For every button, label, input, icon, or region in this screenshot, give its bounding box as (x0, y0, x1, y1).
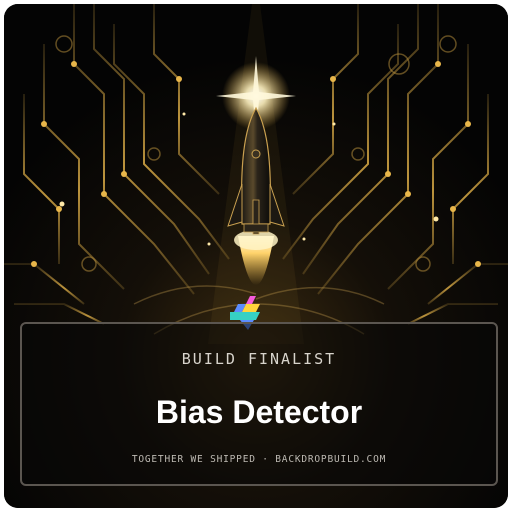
finalist-label: BUILD FINALIST (181, 350, 337, 368)
finalist-info-panel: BUILD FINALIST Bias Detector TOGETHER WE… (20, 322, 498, 486)
project-title: Bias Detector (155, 394, 363, 430)
footer-tagline: TOGETHER WE SHIPPED · BACKDROPBUILD.COM (131, 454, 387, 465)
finalist-badge-card: BUILD FINALIST Bias Detector TOGETHER WE… (4, 4, 508, 508)
